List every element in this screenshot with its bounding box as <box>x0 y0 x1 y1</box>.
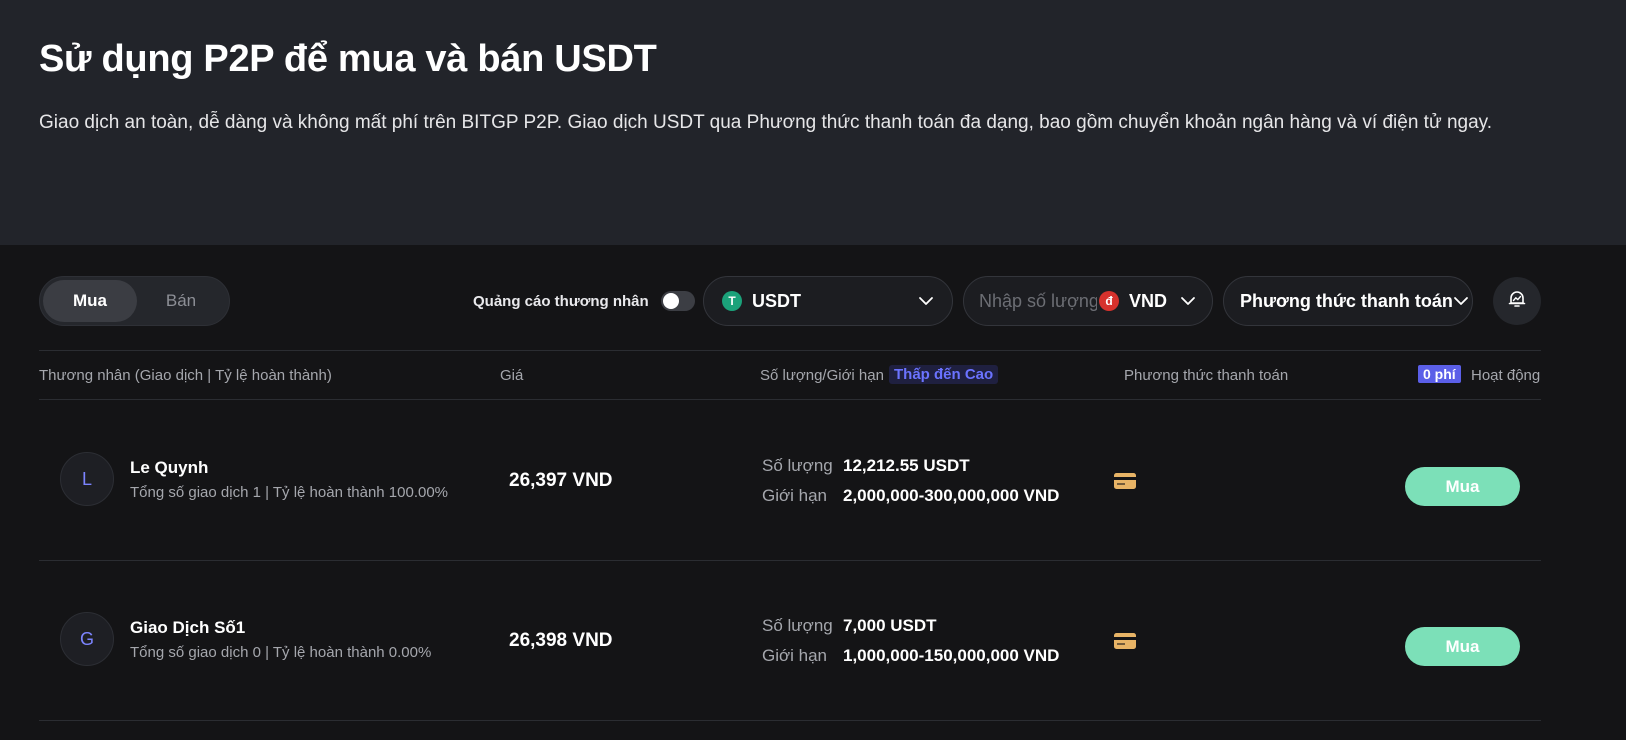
amount-input[interactable] <box>979 290 1097 312</box>
chevron-down-icon[interactable] <box>1180 296 1196 306</box>
hero-banner: Sử dụng P2P để mua và bán USDT Giao dịch… <box>0 0 1626 245</box>
page-description: Giao dịch an toàn, dễ dàng và không mất … <box>39 112 1493 133</box>
vnd-icon: đ <box>1099 291 1119 311</box>
toggle-knob <box>662 293 679 309</box>
divider <box>39 720 1541 721</box>
bell-chart-icon <box>1507 289 1527 314</box>
buy-tab[interactable]: Mua <box>43 280 137 322</box>
quantity-label: Số lượng <box>762 616 833 635</box>
fiat-select-value[interactable]: VND <box>1129 291 1167 312</box>
avatar: G <box>60 612 114 666</box>
zero-fee-badge: 0 phí <box>1418 365 1461 383</box>
page-title: Sử dụng P2P để mua và bán USDT <box>39 38 657 80</box>
header-merchant: Thương nhân (Giao dịch | Tỷ lệ hoàn thàn… <box>39 367 332 384</box>
usdt-icon: T <box>722 291 742 311</box>
ad-price: 26,398 VND <box>509 630 613 651</box>
sort-low-to-high[interactable]: Thấp đến Cao <box>889 365 999 384</box>
merchant-stats: Tổng số giao dịch 0 | Tỷ lệ hoàn thành 0… <box>130 644 432 661</box>
quantity-value: 7,000 USDT <box>843 616 937 635</box>
coin-select-value: USDT <box>752 290 801 311</box>
header-payment-method: Phương thức thanh toán <box>1124 367 1289 384</box>
merchant-ads-filter: Quảng cáo thương nhân <box>473 290 695 312</box>
avatar: L <box>60 452 114 506</box>
price-alert-button[interactable] <box>1493 277 1541 325</box>
merchant-name[interactable]: Giao Dịch Số1 <box>130 618 245 638</box>
amount-filter: đ VND <box>963 276 1213 326</box>
merchant-ads-label: Quảng cáo thương nhân <box>473 292 649 310</box>
payment-method-select-value: Phương thức thanh toán <box>1240 290 1453 311</box>
limit-label: Giới hạn <box>762 646 828 665</box>
limit-value: 1,000,000-150,000,000 VND <box>843 646 1060 665</box>
coin-select[interactable]: T USDT <box>703 276 953 326</box>
sell-tab[interactable]: Bán <box>134 280 228 322</box>
buy-button[interactable]: Mua <box>1405 467 1520 506</box>
header-price: Giá <box>500 367 524 384</box>
table-row: L Le Quynh Tổng số giao dịch 1 | Tỷ lệ h… <box>0 400 1626 560</box>
bank-card-icon <box>1114 633 1136 649</box>
merchant-name[interactable]: Le Quynh <box>130 458 208 478</box>
quantity-value: 12,212.55 USDT <box>843 456 970 475</box>
buy-button[interactable]: Mua <box>1405 627 1520 666</box>
quantity-label: Số lượng <box>762 456 833 475</box>
table-row: G Giao Dịch Số1 Tổng số giao dịch 0 | Tỷ… <box>0 560 1626 720</box>
p2p-market: Mua Bán Quảng cáo thương nhân T USDT đ V… <box>0 245 1626 740</box>
chevron-down-icon <box>1453 296 1469 306</box>
limit-label: Giới hạn <box>762 486 828 505</box>
divider <box>39 350 1541 351</box>
header-amount-limit: Số lượng/Giới hạn <box>760 367 884 384</box>
header-action: Hoạt động <box>1471 367 1541 384</box>
chevron-down-icon <box>918 296 934 306</box>
limit-value: 2,000,000-300,000,000 VND <box>843 486 1060 505</box>
ad-price: 26,397 VND <box>509 470 613 491</box>
merchant-ads-toggle[interactable] <box>660 291 695 311</box>
payment-method-select[interactable]: Phương thức thanh toán <box>1223 276 1473 326</box>
merchant-stats: Tổng số giao dịch 1 | Tỷ lệ hoàn thành 1… <box>130 484 449 501</box>
bank-card-icon <box>1114 473 1136 489</box>
buy-sell-switch: Mua Bán <box>39 276 230 326</box>
